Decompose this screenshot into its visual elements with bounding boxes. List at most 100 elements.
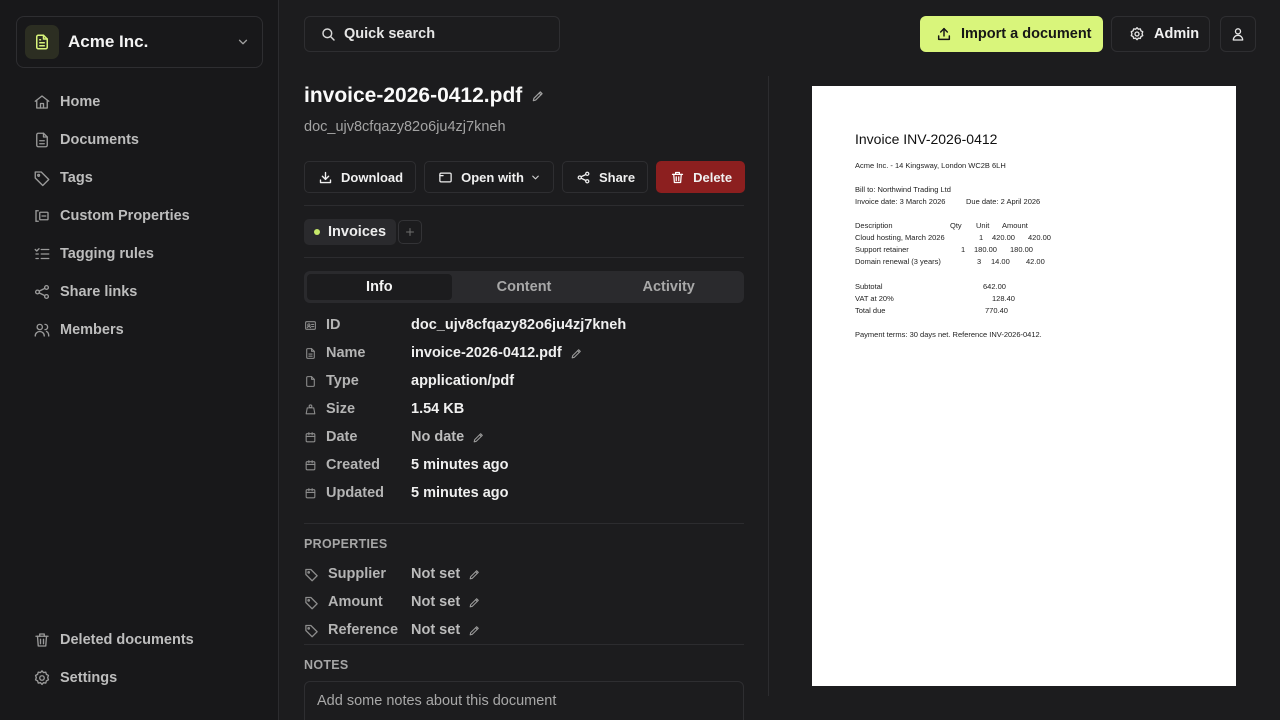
tag-icon (32, 168, 52, 188)
preview-vat-label: VAT at 20% (855, 294, 894, 303)
tag-icon (304, 595, 320, 610)
gear-icon (32, 668, 52, 688)
document-logo-icon (25, 25, 59, 59)
sidebar-item-deleted-documents[interactable]: Deleted documents (16, 621, 263, 659)
import-label: Import a document (961, 26, 1092, 42)
tab-activity[interactable]: Activity (596, 274, 741, 300)
admin-button[interactable]: Admin (1111, 16, 1210, 52)
chevron-down-icon (530, 172, 541, 183)
sidebar-item-label: Documents (60, 132, 139, 148)
upload-icon (936, 26, 952, 42)
properties-icon (32, 206, 52, 226)
preview-line-unit: 14.00 (991, 257, 1010, 266)
property-key: Reference (328, 622, 399, 638)
user-icon (1230, 26, 1246, 42)
tag-label: Invoices (328, 224, 387, 240)
info-value: application/pdf (411, 373, 515, 389)
sidebar-item-label: Tagging rules (60, 246, 154, 262)
document-tabs: Info Content Activity (304, 271, 744, 303)
chevron-down-icon (236, 35, 250, 49)
sidebar-item-settings[interactable]: Settings (16, 659, 263, 697)
tag-chip[interactable]: Invoices (304, 219, 397, 245)
notes-field[interactable]: Add some notes about this document (304, 681, 744, 720)
trash-icon (32, 630, 52, 650)
notes-heading: NOTES (304, 658, 349, 672)
document-actions: Download Open with Share Delete (304, 161, 753, 193)
sidebar-item-label: Share links (60, 284, 138, 300)
edit-supplier-pencil-icon[interactable] (468, 568, 481, 581)
preview-line-unit: 420.00 (992, 233, 1015, 242)
open-with-button[interactable]: Open with (424, 161, 554, 193)
info-row-date: Date No date (304, 423, 744, 451)
edit-amount-pencil-icon[interactable] (468, 596, 481, 609)
info-row-id: ID doc_ujv8cfqazy82o6ju4zj7kneh (304, 311, 744, 339)
sidebar-item-home[interactable]: Home (16, 83, 263, 121)
info-key: Date (326, 429, 358, 445)
sidebar-item-label: Members (60, 322, 124, 338)
sidebar-item-tags[interactable]: Tags (16, 159, 263, 197)
property-value: Not set (411, 622, 461, 638)
calendar-icon (304, 431, 318, 444)
info-key: Size (326, 401, 356, 417)
sidebar-item-tagging-rules[interactable]: Tagging rules (16, 235, 263, 273)
sidebar-item-members[interactable]: Members (16, 311, 263, 349)
preview-line-amount: 42.00 (1026, 257, 1045, 266)
info-key: Updated (326, 485, 384, 501)
sidebar-item-documents[interactable]: Documents (16, 121, 263, 159)
preview-line-qty: 3 (977, 257, 982, 266)
user-menu-button[interactable] (1220, 16, 1256, 52)
preview-header-qty: Qty (950, 221, 962, 230)
document-preview: Invoice INV-2026-0412 Acme Inc. - 14 Kin… (812, 86, 1236, 686)
edit-title-pencil-icon[interactable] (531, 89, 545, 103)
admin-label: Admin (1154, 26, 1200, 42)
preview-line-description: Domain renewal (3 years) (855, 257, 941, 266)
weight-icon (304, 403, 318, 416)
secondary-nav: Deleted documents Settings (16, 621, 263, 697)
quick-search-button[interactable]: Quick search (304, 16, 560, 52)
tab-content[interactable]: Content (452, 274, 597, 300)
info-value: doc_ujv8cfqazy82o6ju4zj7kneh (411, 317, 627, 333)
preview-subtotal-label: Subtotal (855, 282, 883, 291)
organization-switcher[interactable]: Acme Inc. (16, 16, 263, 68)
sidebar-item-share-links[interactable]: Share links (16, 273, 263, 311)
info-list: ID doc_ujv8cfqazy82o6ju4zj7kneh Name inv… (304, 311, 744, 507)
sidebar-item-custom-properties[interactable]: Custom Properties (16, 197, 263, 235)
preview-due-date: Due date: 2 April 2026 (966, 197, 1041, 206)
delete-label: Delete (693, 169, 733, 185)
sidebar-item-label: Deleted documents (60, 632, 194, 648)
property-value: Not set (411, 566, 461, 582)
add-tag-button[interactable] (398, 220, 422, 244)
preview-line-qty: 1 (979, 233, 984, 242)
delete-button[interactable]: Delete (656, 161, 746, 193)
tag-color-dot (314, 229, 320, 235)
share-button[interactable]: Share (561, 161, 649, 193)
info-value: 1.54 KB (411, 401, 465, 417)
plus-icon (404, 226, 416, 238)
edit-date-pencil-icon[interactable] (472, 431, 485, 444)
vertical-divider (768, 76, 769, 696)
preview-vat: 128.40 (992, 294, 1015, 303)
properties-list: Supplier Not set Amount Not set Referenc… (304, 560, 744, 644)
open-with-label: Open with (461, 169, 524, 185)
property-key: Supplier (328, 566, 387, 582)
download-button[interactable]: Download (304, 161, 417, 193)
preview-line-amount: 180.00 (1010, 245, 1033, 254)
tag-icon (304, 623, 320, 638)
preview-line-unit: 180.00 (974, 245, 997, 254)
edit-reference-pencil-icon[interactable] (468, 624, 481, 637)
sidebar-item-label: Home (60, 94, 101, 110)
preview-terms: Payment terms: 30 days net. Reference IN… (855, 330, 1042, 339)
preview-line-amount: 420.00 (1028, 233, 1051, 242)
home-icon (32, 92, 52, 112)
main-nav: Home Documents Tags Custom Properties Ta… (16, 83, 263, 349)
sidebar: Acme Inc. Home Documents Tags Custom Pro… (0, 0, 279, 720)
import-document-button[interactable]: Import a document (920, 16, 1103, 52)
preview-bill-to: Bill to: Northwind Trading Ltd (855, 185, 951, 194)
edit-name-pencil-icon[interactable] (570, 347, 583, 360)
preview-line-description: Support retainer (855, 245, 909, 254)
property-value: Not set (411, 594, 461, 610)
tab-info[interactable]: Info (307, 274, 452, 300)
preview-header-amount: Amount (1002, 221, 1028, 230)
document-title-row: invoice-2026-0412.pdf (304, 84, 545, 108)
divider (304, 257, 744, 258)
